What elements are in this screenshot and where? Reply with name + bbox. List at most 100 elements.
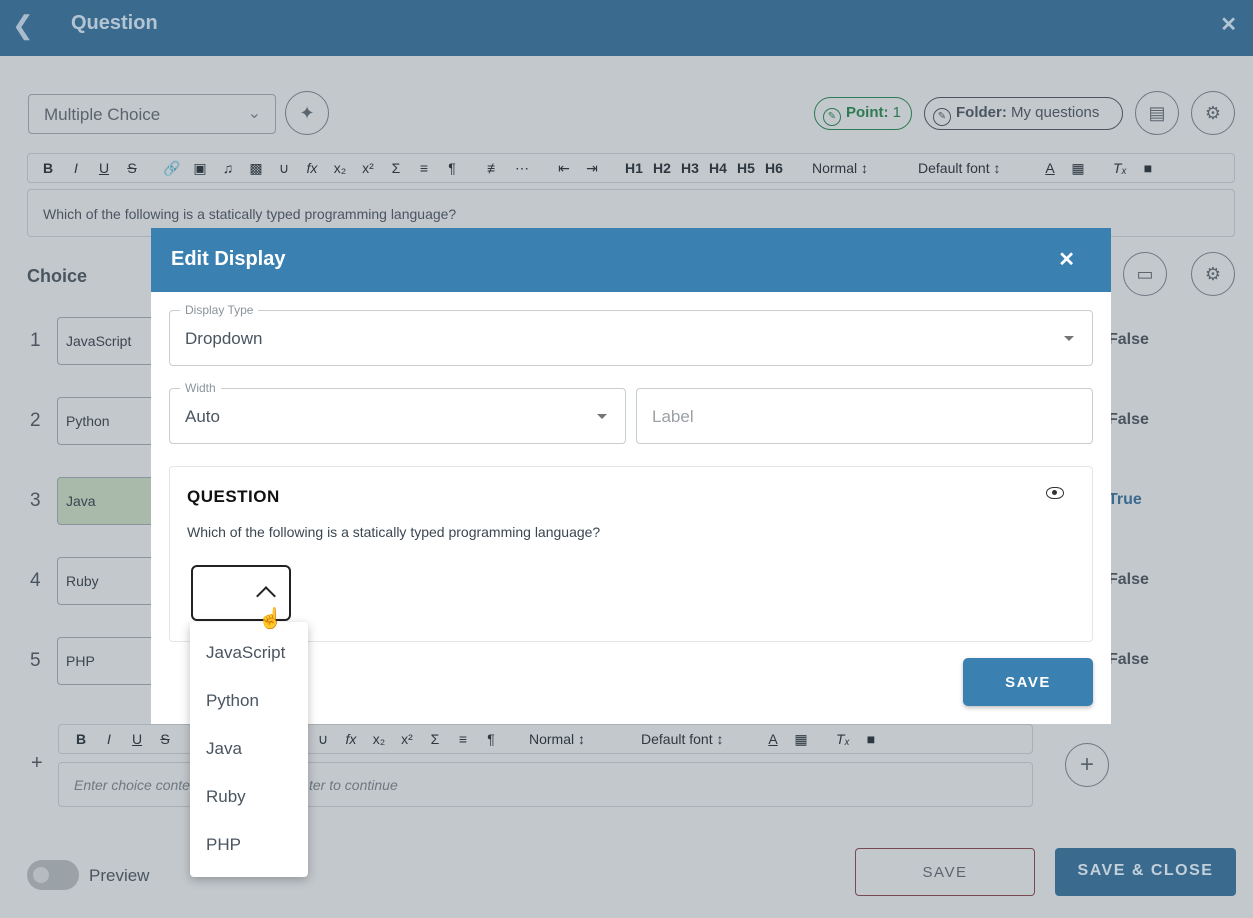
add-choice-icon[interactable]: + bbox=[31, 752, 43, 775]
indent-icon[interactable]: ⇥ bbox=[578, 160, 606, 177]
bold-icon[interactable]: B bbox=[34, 160, 62, 176]
modal-save-button[interactable]: SAVE bbox=[963, 658, 1093, 706]
dropdown-option[interactable]: Ruby bbox=[190, 774, 308, 822]
image-icon[interactable]: ▣ bbox=[186, 160, 214, 177]
subscript-icon[interactable]: x₂ bbox=[326, 160, 354, 176]
italic-icon[interactable]: I bbox=[62, 160, 90, 176]
heading-5-button[interactable]: H5 bbox=[732, 160, 760, 176]
choice-number: 4 bbox=[30, 570, 41, 591]
folder-label: Folder: bbox=[956, 104, 1007, 121]
link-icon[interactable]: 🔗 bbox=[158, 160, 186, 177]
close-icon[interactable]: ✕ bbox=[1220, 12, 1237, 37]
choice-settings-button[interactable]: ⚙ bbox=[1191, 252, 1235, 296]
attachment-icon[interactable]: ∪ bbox=[309, 731, 337, 748]
heading-6-button[interactable]: H6 bbox=[760, 160, 788, 176]
outdent-icon[interactable]: ⇤ bbox=[550, 160, 578, 177]
choice-status-4[interactable]: False bbox=[1108, 571, 1149, 589]
italic-icon[interactable]: I bbox=[95, 731, 123, 747]
analytics-button[interactable]: ▤ bbox=[1135, 91, 1179, 135]
text-direction-icon[interactable]: ¶ bbox=[477, 731, 505, 747]
text-direction-icon[interactable]: ¶ bbox=[438, 160, 466, 176]
close-icon[interactable]: ✕ bbox=[1058, 247, 1075, 272]
highlight-icon[interactable]: ▦ bbox=[787, 731, 815, 748]
back-icon[interactable]: ❮ bbox=[12, 11, 34, 41]
dropdown-option[interactable]: PHP bbox=[190, 822, 308, 870]
magic-wand-button[interactable]: ✦ bbox=[285, 91, 329, 135]
width-value: Auto bbox=[185, 407, 220, 426]
label-input[interactable]: Label bbox=[636, 388, 1093, 444]
question-editor-toolbar: B I U S 🔗 ▣ ♫ ▩ ∪ fx x₂ x² Σ ≡ ¶ ≢ ⋯ ⇤ ⇥… bbox=[27, 153, 1235, 183]
top-bar: ❮ Question ✕ bbox=[0, 0, 1253, 56]
text-color-icon[interactable]: A bbox=[759, 731, 787, 747]
bold-icon[interactable]: B bbox=[67, 731, 95, 747]
save-and-close-button[interactable]: SAVE & CLOSE bbox=[1055, 848, 1236, 896]
align-icon[interactable]: ≡ bbox=[449, 731, 477, 747]
folder-badge[interactable]: ✎ Folder: My questions bbox=[924, 97, 1123, 130]
trash-icon[interactable]: ■ bbox=[1134, 160, 1162, 176]
attachment-icon[interactable]: ∪ bbox=[270, 160, 298, 177]
sigma-icon[interactable]: Σ bbox=[382, 160, 410, 176]
trash-icon[interactable]: ■ bbox=[857, 731, 885, 747]
font-size-select[interactable]: Normal ↕ bbox=[812, 160, 900, 176]
font-family-select[interactable]: Default font ↕ bbox=[918, 160, 1018, 176]
page-title: Question bbox=[71, 12, 158, 34]
chevron-up-icon bbox=[256, 586, 276, 606]
heading-2-button[interactable]: H2 bbox=[648, 160, 676, 176]
strikethrough-icon[interactable]: S bbox=[151, 731, 179, 747]
underline-icon[interactable]: U bbox=[123, 731, 151, 747]
clear-format-icon[interactable]: Tₓ bbox=[829, 731, 857, 747]
caret-down-icon bbox=[1064, 336, 1074, 341]
width-select[interactable]: Width Auto bbox=[169, 381, 626, 444]
sigma-icon[interactable]: Σ bbox=[421, 731, 449, 747]
ordered-list-icon[interactable]: ≢ bbox=[480, 160, 508, 176]
choice-status-1[interactable]: False bbox=[1108, 331, 1149, 349]
choice-status-2[interactable]: False bbox=[1108, 411, 1149, 429]
strikethrough-icon[interactable]: S bbox=[118, 160, 146, 176]
highlight-icon[interactable]: ▦ bbox=[1064, 160, 1092, 177]
save-button[interactable]: SAVE bbox=[855, 848, 1035, 896]
add-choice-button[interactable]: + bbox=[1065, 743, 1109, 787]
choice-input-5[interactable]: PHP bbox=[57, 637, 157, 685]
dropdown-option[interactable]: Java bbox=[190, 726, 308, 774]
font-size-select[interactable]: Normal ↕ bbox=[529, 731, 617, 747]
audio-icon[interactable]: ♫ bbox=[214, 160, 242, 176]
formula-icon[interactable]: fx bbox=[337, 731, 365, 747]
choice-placeholder-right: ter to continue bbox=[309, 777, 398, 793]
gear-icon: ⚙ bbox=[1204, 263, 1222, 284]
choice-status-5[interactable]: False bbox=[1108, 651, 1149, 669]
font-family-select[interactable]: Default font ↕ bbox=[641, 731, 741, 747]
eye-icon[interactable] bbox=[1046, 487, 1064, 499]
settings-button[interactable]: ⚙ bbox=[1191, 91, 1235, 135]
heading-3-button[interactable]: H3 bbox=[676, 160, 704, 176]
heading-4-button[interactable]: H4 bbox=[704, 160, 732, 176]
display-button[interactable]: ▭ bbox=[1123, 252, 1167, 296]
question-type-select[interactable]: Multiple Choice ⌄ bbox=[28, 94, 276, 134]
subscript-icon[interactable]: x₂ bbox=[365, 731, 393, 747]
align-icon[interactable]: ≡ bbox=[410, 160, 438, 176]
point-label: Point: bbox=[846, 104, 889, 121]
choice-status-3[interactable]: True bbox=[1108, 491, 1142, 509]
heading-1-button[interactable]: H1 bbox=[620, 160, 648, 176]
choice-input-2[interactable]: Python bbox=[57, 397, 157, 445]
text-color-icon[interactable]: A bbox=[1036, 160, 1064, 176]
dropdown-option[interactable]: Python bbox=[190, 678, 308, 726]
choice-input-4[interactable]: Ruby bbox=[57, 557, 157, 605]
video-icon[interactable]: ▩ bbox=[242, 160, 270, 177]
superscript-icon[interactable]: x² bbox=[354, 160, 382, 176]
choice-input-3[interactable]: Java bbox=[57, 477, 157, 525]
modal-header: Edit Display ✕ bbox=[151, 228, 1111, 292]
preview-toggle[interactable] bbox=[27, 860, 79, 890]
superscript-icon[interactable]: x² bbox=[393, 731, 421, 747]
dropdown-option[interactable]: JavaScript bbox=[190, 630, 308, 678]
label-placeholder: Label bbox=[652, 407, 694, 426]
edit-icon: ✎ bbox=[823, 108, 841, 126]
point-badge[interactable]: ✎ Point: 1 bbox=[814, 97, 912, 130]
question-type-value: Multiple Choice bbox=[44, 105, 161, 124]
bullet-list-icon[interactable]: ⋯ bbox=[508, 160, 536, 177]
font-size-value: Normal bbox=[529, 731, 575, 747]
clear-format-icon[interactable]: Tₓ bbox=[1106, 160, 1134, 176]
underline-icon[interactable]: U bbox=[90, 160, 118, 176]
display-type-select[interactable]: Display Type Dropdown bbox=[169, 303, 1093, 366]
choice-input-1[interactable]: JavaScript bbox=[57, 317, 157, 365]
formula-icon[interactable]: fx bbox=[298, 160, 326, 176]
